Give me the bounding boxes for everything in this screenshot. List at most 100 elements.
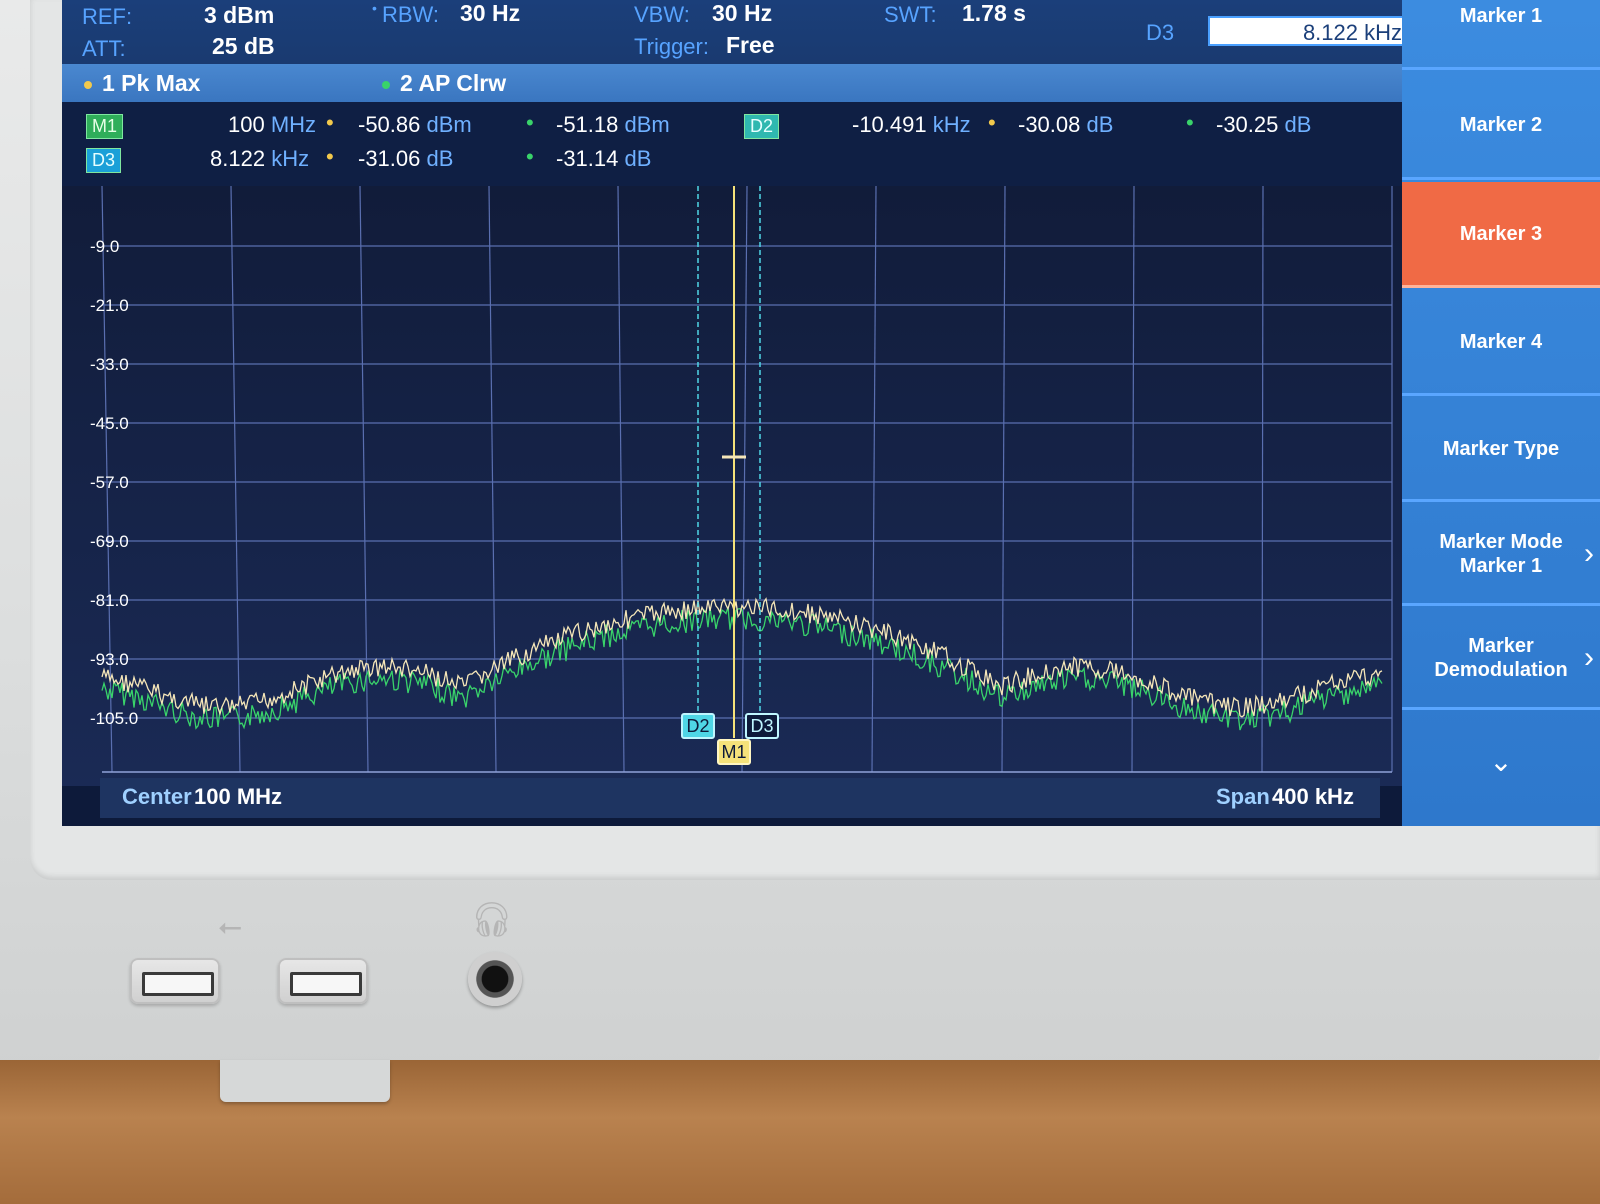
d2-x: -10.491 <box>852 112 927 137</box>
d2-y1-cell: -30.08 dB <box>1018 112 1113 138</box>
d3-tag[interactable]: D3 <box>86 148 122 173</box>
y-tick-label: -69.0 <box>90 532 129 551</box>
d3-flag-label: D3 <box>750 716 773 736</box>
y-tick-label: -21.0 <box>90 296 129 315</box>
grid-vline <box>1261 185 1264 773</box>
d2-y2: -30.25 <box>1216 112 1279 137</box>
d3-y1-cell: -31.06 dB <box>358 146 453 172</box>
softkey-marker-mode-label: Marker Mode Marker 1 <box>1439 530 1563 577</box>
center-value[interactable]: 100 MHz <box>194 784 282 810</box>
instrument-screen: REF: 3 dBm ATT: 25 dB • RBW: 30 Hz VBW: … <box>62 0 1600 826</box>
usb-symbol-icon: ⭠ <box>218 910 242 943</box>
m1-y1: -50.86 <box>358 112 421 137</box>
d3-y2-cell: -31.14 dB <box>556 146 651 172</box>
m1-tag[interactable]: M1 <box>86 114 124 139</box>
chevron-right-icon: › <box>1584 536 1594 570</box>
softkey-panel: Marker 1 Marker 2 Marker 3 Marker 4 Mark… <box>1402 0 1600 826</box>
m1-y2-unit: dBm <box>624 112 670 137</box>
softkey-marker-demod-label: Marker Demodulation <box>1434 634 1568 681</box>
y-tick-label: -81.0 <box>90 591 129 610</box>
y-tick-label: -57.0 <box>90 473 129 492</box>
chevron-right-icon: › <box>1584 640 1594 674</box>
m1-y2-cell: -51.18 dBm <box>556 112 670 138</box>
grid-vline <box>741 185 748 773</box>
trace-2-item[interactable]: 2 AP Clrw <box>382 70 506 97</box>
d3-x: 8.122 <box>210 146 266 171</box>
softkey-marker-1[interactable]: Marker 1 <box>1402 0 1600 70</box>
trace-1-dot <box>84 80 92 89</box>
softkey-marker-1-label: Marker 1 <box>1459 5 1543 27</box>
swt-value[interactable]: 1.78 s <box>962 0 1026 27</box>
marker-table: M1 100 MHz • -50.86 dBm • -51.18 dBm D2 … <box>62 102 1434 276</box>
d2-x-unit: kHz <box>932 112 971 137</box>
trace-bar: 1 Pk Max 2 AP Clrw <box>62 64 1434 102</box>
d2-x-cell: -10.491 kHz <box>852 112 971 138</box>
marker-entry-label: D3 <box>1146 20 1175 45</box>
ref-label: REF: <box>82 4 133 29</box>
headphone-jack <box>468 952 522 1006</box>
ref-value[interactable]: 3 dBm <box>204 2 274 29</box>
d3-y2-unit: dB <box>624 146 652 171</box>
vbw-value[interactable]: 30 Hz <box>712 0 772 27</box>
usb-port-1 <box>130 958 220 1004</box>
chevron-down-icon: ⌄ <box>1489 746 1513 777</box>
rbw-value[interactable]: 30 Hz <box>460 0 520 27</box>
y-tick-label: -33.0 <box>90 355 129 374</box>
d2-trace1-dot: • <box>988 110 996 135</box>
center-label: Center <box>122 784 192 809</box>
span-label: Span <box>1216 784 1270 809</box>
softkey-marker-type[interactable]: Marker Type <box>1402 398 1600 502</box>
softkey-more-button[interactable]: ⌄ <box>1402 712 1600 812</box>
trace-1-item[interactable]: 1 Pk Max <box>84 70 200 97</box>
softkey-marker-3-label: Marker 3 <box>1459 222 1543 245</box>
d3-x-unit: kHz <box>271 146 310 171</box>
m1-y2: -51.18 <box>556 112 619 137</box>
att-label: ATT: <box>82 36 126 61</box>
softkey-marker-4-label: Marker 4 <box>1459 330 1543 353</box>
softkey-marker-mode[interactable]: Marker Mode Marker 1 › <box>1402 504 1600 606</box>
rbw-label: RBW: <box>382 2 440 27</box>
d2-tag[interactable]: D2 <box>744 114 780 139</box>
vbw-label: VBW: <box>634 2 690 27</box>
m1-y1-unit: dBm <box>426 112 472 137</box>
device-foot <box>220 1060 390 1102</box>
settings-header: REF: 3 dBm ATT: 25 dB • RBW: 30 Hz VBW: … <box>62 0 1434 64</box>
d2-y1-unit: dB <box>1086 112 1114 137</box>
span-value[interactable]: 400 kHz <box>1272 784 1354 810</box>
plot-footer: Center 100 MHz Span 400 kHz <box>100 778 1380 818</box>
m1-trace1-dot: • <box>326 110 334 135</box>
spectrum-graph: -9.0 -21.0 -33.0 -45.0 -57.0 -69.0 -81.0 -93.0 -… <box>90 185 1393 773</box>
d2-y2-cell: -30.25 dB <box>1216 112 1311 138</box>
d3-trace2-dot: • <box>526 144 534 169</box>
m1-x: 100 <box>228 112 265 137</box>
d2-trace2-dot: • <box>1186 110 1194 135</box>
softkey-marker-3[interactable]: Marker 3 <box>1402 182 1600 288</box>
y-tick-label: -45.0 <box>90 414 129 433</box>
softkey-marker-demodulation[interactable]: Marker Demodulation › <box>1402 608 1600 710</box>
m1-row: 100 MHz <box>228 112 316 138</box>
m1-x-unit: MHz <box>270 112 317 137</box>
grid-vline <box>871 185 877 773</box>
trace-2-dot <box>382 80 390 89</box>
marker-entry-field[interactable]: 8.122 kHz <box>1208 16 1412 46</box>
d3-y1: -31.06 <box>358 146 421 171</box>
softkey-marker-4[interactable]: Marker 4 <box>1402 290 1600 396</box>
trigger-label: Trigger: <box>634 34 709 59</box>
d2-flag-label: D2 <box>686 716 709 736</box>
rbw-dot: • <box>372 0 377 16</box>
y-tick-label: -105.0 <box>90 709 138 728</box>
swt-label: SWT: <box>884 2 937 27</box>
trigger-value[interactable]: Free <box>726 32 775 59</box>
usb-port-2 <box>278 958 368 1004</box>
spectrum-plot[interactable]: -9.0 -21.0 -33.0 -45.0 -57.0 -69.0 -81.0 -93.0 -… <box>62 185 1434 786</box>
softkey-marker-type-label: Marker Type <box>1442 437 1560 460</box>
d2-y1: -30.08 <box>1018 112 1081 137</box>
d3-trace1-dot: • <box>326 144 334 169</box>
y-tick-label: -93.0 <box>90 650 129 669</box>
m1-trace2-dot: • <box>526 110 534 135</box>
y-tick-label: -9.0 <box>90 237 119 256</box>
grid-vline <box>230 185 241 773</box>
softkey-marker-2[interactable]: Marker 2 <box>1402 72 1600 180</box>
grid-vline <box>617 185 625 773</box>
att-value[interactable]: 25 dB <box>212 33 275 60</box>
